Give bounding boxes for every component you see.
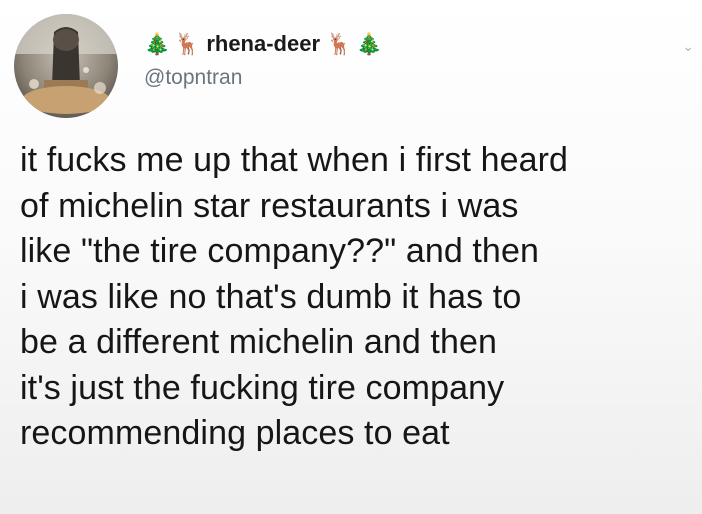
tweet-card: 🎄 🦌 rhena-deer 🦌 🎄 @topntran ⌄ it fucks … [0, 0, 702, 514]
display-name-row[interactable]: 🎄 🦌 rhena-deer 🦌 🎄 [144, 30, 382, 58]
display-name[interactable]: rhena-deer [206, 31, 320, 57]
deer-icon: 🦌 [326, 31, 353, 56]
tweet-text: it fucks me up that when i first heard o… [20, 141, 569, 452]
user-handle[interactable]: @topntran [144, 66, 382, 90]
avatar[interactable] [14, 14, 118, 118]
christmas-tree-icon: 🎄 [144, 31, 171, 56]
user-info: 🎄 🦌 rhena-deer 🦌 🎄 @topntran [144, 30, 382, 90]
deer-icon: 🦌 [174, 31, 201, 56]
chevron-down-icon[interactable]: ⌄ [682, 38, 694, 55]
tweet-header: 🎄 🦌 rhena-deer 🦌 🎄 @topntran [14, 14, 382, 118]
avatar-image [14, 14, 118, 118]
christmas-tree-icon: 🎄 [356, 31, 383, 56]
